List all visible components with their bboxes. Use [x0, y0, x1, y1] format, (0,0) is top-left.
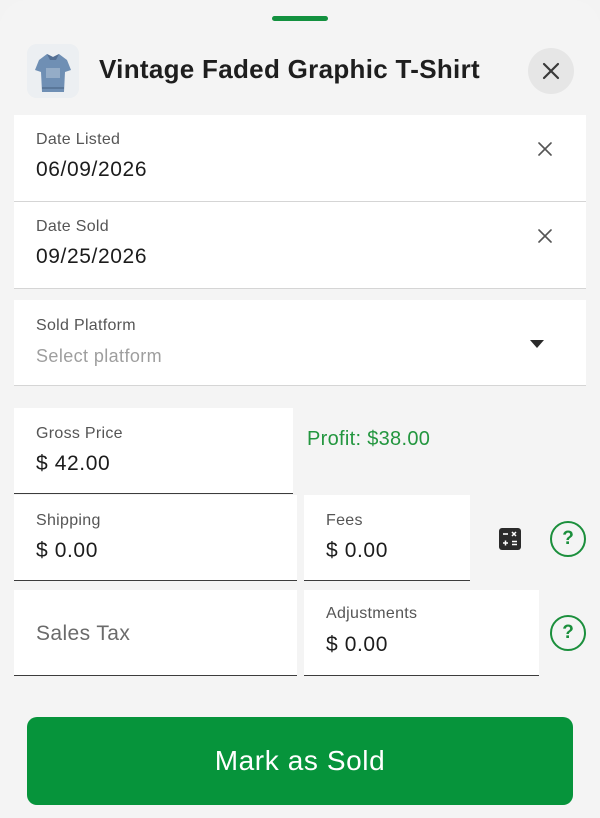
- date-sold-field[interactable]: Date Sold 09/25/2026: [14, 202, 586, 289]
- help-icon: ?: [562, 622, 574, 643]
- gross-price-label: Gross Price: [36, 425, 123, 442]
- fees-help-button[interactable]: ?: [550, 521, 586, 557]
- fees-field[interactable]: Fees $ 0.00: [304, 495, 470, 581]
- adjustments-help-button[interactable]: ?: [550, 615, 586, 651]
- profit-value: $38.00: [367, 428, 431, 450]
- gross-price-field[interactable]: Gross Price $ 42.00: [14, 408, 293, 494]
- profit-display: Profit: $38.00: [307, 428, 430, 451]
- date-sold-clear-button[interactable]: [534, 225, 556, 247]
- chevron-down-icon: [530, 340, 544, 348]
- sales-tax-placeholder: Sales Tax: [36, 622, 131, 645]
- item-title: Vintage Faded Graphic T-Shirt: [99, 54, 480, 84]
- date-listed-label: Date Listed: [36, 131, 121, 148]
- date-listed-clear-button[interactable]: [534, 138, 556, 160]
- tshirt-thumbnail: [27, 44, 79, 98]
- sheet-header: Vintage Faded Graphic T-Shirt: [0, 40, 600, 104]
- date-listed-field[interactable]: Date Listed 06/09/2026: [14, 115, 586, 202]
- close-icon: [542, 62, 560, 80]
- calculator-icon[interactable]: [499, 528, 521, 550]
- gross-price-value: $ 42.00: [36, 452, 111, 475]
- bottom-sheet: Vintage Faded Graphic T-Shirt Date Liste…: [0, 0, 600, 818]
- adjustments-value: $ 0.00: [326, 633, 388, 656]
- profit-label: Profit:: [307, 428, 362, 450]
- adjustments-label: Adjustments: [326, 605, 418, 622]
- shipping-value: $ 0.00: [36, 539, 98, 562]
- date-sold-label: Date Sold: [36, 218, 109, 235]
- sold-platform-placeholder: Select platform: [36, 346, 163, 366]
- close-button[interactable]: [528, 48, 574, 94]
- fees-label: Fees: [326, 512, 363, 529]
- clear-icon: [538, 142, 552, 156]
- sales-tax-field[interactable]: Sales Tax: [14, 590, 297, 676]
- mark-as-sold-button[interactable]: Mark as Sold: [27, 717, 573, 805]
- fees-value: $ 0.00: [326, 539, 388, 562]
- sold-platform-label: Sold Platform: [36, 317, 136, 334]
- date-listed-value: 06/09/2026: [36, 158, 148, 181]
- clear-icon: [538, 229, 552, 243]
- adjustments-field[interactable]: Adjustments $ 0.00: [304, 590, 539, 676]
- mark-as-sold-label: Mark as Sold: [214, 745, 386, 776]
- shipping-label: Shipping: [36, 512, 101, 529]
- sold-platform-select[interactable]: Sold Platform Select platform: [14, 300, 586, 386]
- shipping-field[interactable]: Shipping $ 0.00: [14, 495, 297, 581]
- help-icon: ?: [562, 528, 574, 549]
- drag-handle[interactable]: [272, 16, 328, 21]
- date-sold-value: 09/25/2026: [36, 245, 148, 268]
